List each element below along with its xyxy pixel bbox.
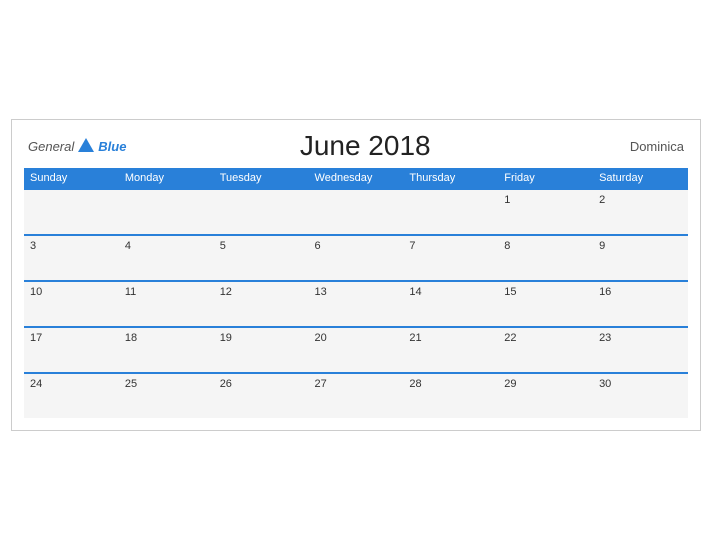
- calendar-day-cell: [309, 189, 404, 235]
- day-number: 5: [220, 240, 226, 252]
- country-label: Dominica: [604, 139, 684, 154]
- day-number: 26: [220, 378, 232, 390]
- calendar-day-cell: 13: [309, 281, 404, 327]
- calendar-week-row: 24 25 26 27 28 29 30: [24, 373, 688, 418]
- day-number: 30: [599, 378, 611, 390]
- calendar-day-cell: 10: [24, 281, 119, 327]
- calendar-day-cell: 30: [593, 373, 688, 418]
- day-number: 25: [125, 378, 137, 390]
- logo: General Blue: [28, 136, 126, 156]
- calendar-day-cell: [214, 189, 309, 235]
- day-of-week-header: Wednesday: [309, 168, 404, 189]
- calendar-day-cell: [119, 189, 214, 235]
- day-number: 13: [315, 286, 327, 298]
- day-number: 22: [504, 332, 516, 344]
- day-number: 29: [504, 378, 516, 390]
- days-of-week-row: SundayMondayTuesdayWednesdayThursdayFrid…: [24, 168, 688, 189]
- calendar-day-cell: 1: [498, 189, 593, 235]
- day-number: 23: [599, 332, 611, 344]
- calendar-day-cell: 28: [403, 373, 498, 418]
- day-number: 10: [30, 286, 42, 298]
- calendar-container: General Blue June 2018 Dominica SundayMo…: [11, 119, 701, 431]
- calendar-day-cell: 11: [119, 281, 214, 327]
- calendar-day-cell: 2: [593, 189, 688, 235]
- calendar-day-cell: 27: [309, 373, 404, 418]
- calendar-day-cell: 23: [593, 327, 688, 373]
- calendar-table: SundayMondayTuesdayWednesdayThursdayFrid…: [24, 168, 688, 418]
- day-number: 24: [30, 378, 42, 390]
- calendar-day-cell: 24: [24, 373, 119, 418]
- calendar-day-cell: 16: [593, 281, 688, 327]
- calendar-day-cell: 25: [119, 373, 214, 418]
- calendar-day-cell: 26: [214, 373, 309, 418]
- calendar-day-cell: 20: [309, 327, 404, 373]
- day-number: 14: [409, 286, 421, 298]
- calendar-day-cell: 9: [593, 235, 688, 281]
- day-number: 28: [409, 378, 421, 390]
- calendar-day-cell: 15: [498, 281, 593, 327]
- month-title: June 2018: [126, 130, 604, 162]
- day-number: 8: [504, 240, 510, 252]
- calendar-week-row: 10 11 12 13 14 15 16: [24, 281, 688, 327]
- day-of-week-header: Monday: [119, 168, 214, 189]
- calendar-body: 1234567891011121314151617181920212223242…: [24, 189, 688, 418]
- day-number: 3: [30, 240, 36, 252]
- calendar-day-cell: 5: [214, 235, 309, 281]
- day-of-week-header: Thursday: [403, 168, 498, 189]
- day-of-week-header: Tuesday: [214, 168, 309, 189]
- day-number: 7: [409, 240, 415, 252]
- day-number: 18: [125, 332, 137, 344]
- logo-blue-text: Blue: [98, 139, 126, 154]
- calendar-day-cell: [24, 189, 119, 235]
- day-number: 17: [30, 332, 42, 344]
- day-number: 16: [599, 286, 611, 298]
- day-of-week-header: Saturday: [593, 168, 688, 189]
- day-number: 1: [504, 194, 510, 206]
- logo-icon: [76, 136, 96, 156]
- calendar-day-cell: 22: [498, 327, 593, 373]
- calendar-day-cell: 21: [403, 327, 498, 373]
- day-of-week-header: Sunday: [24, 168, 119, 189]
- calendar-day-cell: 18: [119, 327, 214, 373]
- calendar-day-cell: 7: [403, 235, 498, 281]
- calendar-day-cell: [403, 189, 498, 235]
- calendar-day-cell: 6: [309, 235, 404, 281]
- day-number: 15: [504, 286, 516, 298]
- calendar-week-row: 3 4 5 6 7 8 9: [24, 235, 688, 281]
- day-number: 2: [599, 194, 605, 206]
- calendar-header: General Blue June 2018 Dominica: [24, 130, 688, 162]
- calendar-day-cell: 19: [214, 327, 309, 373]
- calendar-day-cell: 12: [214, 281, 309, 327]
- day-number: 20: [315, 332, 327, 344]
- calendar-week-row: 12: [24, 189, 688, 235]
- day-number: 4: [125, 240, 131, 252]
- day-number: 21: [409, 332, 421, 344]
- calendar-day-cell: 3: [24, 235, 119, 281]
- calendar-day-cell: 8: [498, 235, 593, 281]
- day-number: 11: [125, 286, 136, 298]
- calendar-day-cell: 29: [498, 373, 593, 418]
- logo-general-text: General: [28, 139, 74, 154]
- day-number: 27: [315, 378, 327, 390]
- day-of-week-header: Friday: [498, 168, 593, 189]
- day-number: 9: [599, 240, 605, 252]
- calendar-day-cell: 17: [24, 327, 119, 373]
- day-number: 6: [315, 240, 321, 252]
- day-number: 19: [220, 332, 232, 344]
- calendar-header-row: SundayMondayTuesdayWednesdayThursdayFrid…: [24, 168, 688, 189]
- day-number: 12: [220, 286, 232, 298]
- calendar-day-cell: 14: [403, 281, 498, 327]
- calendar-week-row: 17 18 19 20 21 22 23: [24, 327, 688, 373]
- calendar-day-cell: 4: [119, 235, 214, 281]
